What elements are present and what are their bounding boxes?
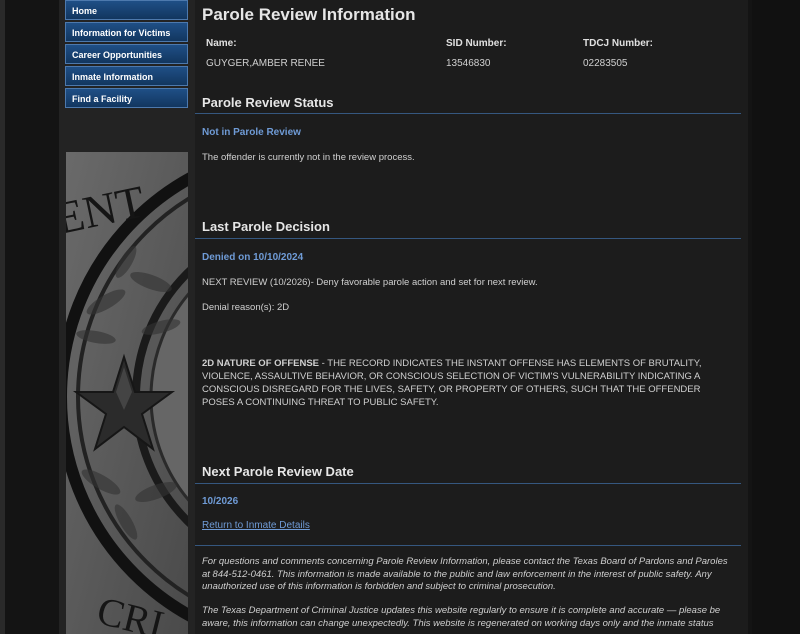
review-status: Not in Parole Review [202,127,301,138]
right-frame [752,0,800,634]
next-review-note: NEXT REVIEW (10/2026)- Deny favorable pa… [202,277,538,288]
sidebar-nav: Home Information for Victims Career Oppo… [65,0,188,110]
seal-graphic: ENT CRI [66,152,188,634]
sidebar: Home Information for Victims Career Oppo… [59,0,195,634]
nav-inmate-information[interactable]: Inmate Information [65,66,188,86]
nav-find-a-facility[interactable]: Find a Facility [65,88,188,108]
tdcj-seal-image: ENT CRI [66,152,188,634]
review-status-text: The offender is currently not in the rev… [202,152,415,163]
section-divider [195,113,741,114]
section-title-last-decision: Last Parole Decision [202,219,330,234]
nav-information-for-victims[interactable]: Information for Victims [65,22,188,42]
section-title-review-status: Parole Review Status [202,95,334,110]
footer-update-notice: The Texas Department of Criminal Justice… [202,605,721,629]
name-label: Name: [206,38,237,49]
nav-career-opportunities[interactable]: Career Opportunities [65,44,188,64]
next-review-date: 10/2026 [202,496,239,507]
denial-reason-detail: 2D NATURE OF OFFENSE - THE RECORD INDICA… [202,357,732,409]
main-content: Parole Review Information Name: SID Numb… [195,0,748,634]
offender-name: GUYGER,AMBER RENEE [206,58,325,69]
section-divider [195,483,741,484]
reason-code: 2D NATURE OF OFFENSE [202,358,319,369]
return-to-inmate-details-link[interactable]: Return to Inmate Details [202,520,310,531]
section-divider [195,238,741,239]
sid-label: SID Number: [446,38,507,49]
section-title-next-review: Next Parole Review Date [202,464,354,479]
section-divider [195,545,741,546]
tdcj-number: 02283505 [583,58,628,69]
page-title: Parole Review Information [202,5,416,24]
nav-home[interactable]: Home [65,0,188,20]
tdcj-label: TDCJ Number: [583,38,654,49]
footer-disclaimer: For questions and comments concerning Pa… [202,556,728,592]
last-decision: Denied on 10/10/2024 [202,252,304,263]
left-frame [0,0,5,634]
denial-reasons: Denial reason(s): 2D [202,302,290,313]
sid-number: 13546830 [446,58,491,69]
